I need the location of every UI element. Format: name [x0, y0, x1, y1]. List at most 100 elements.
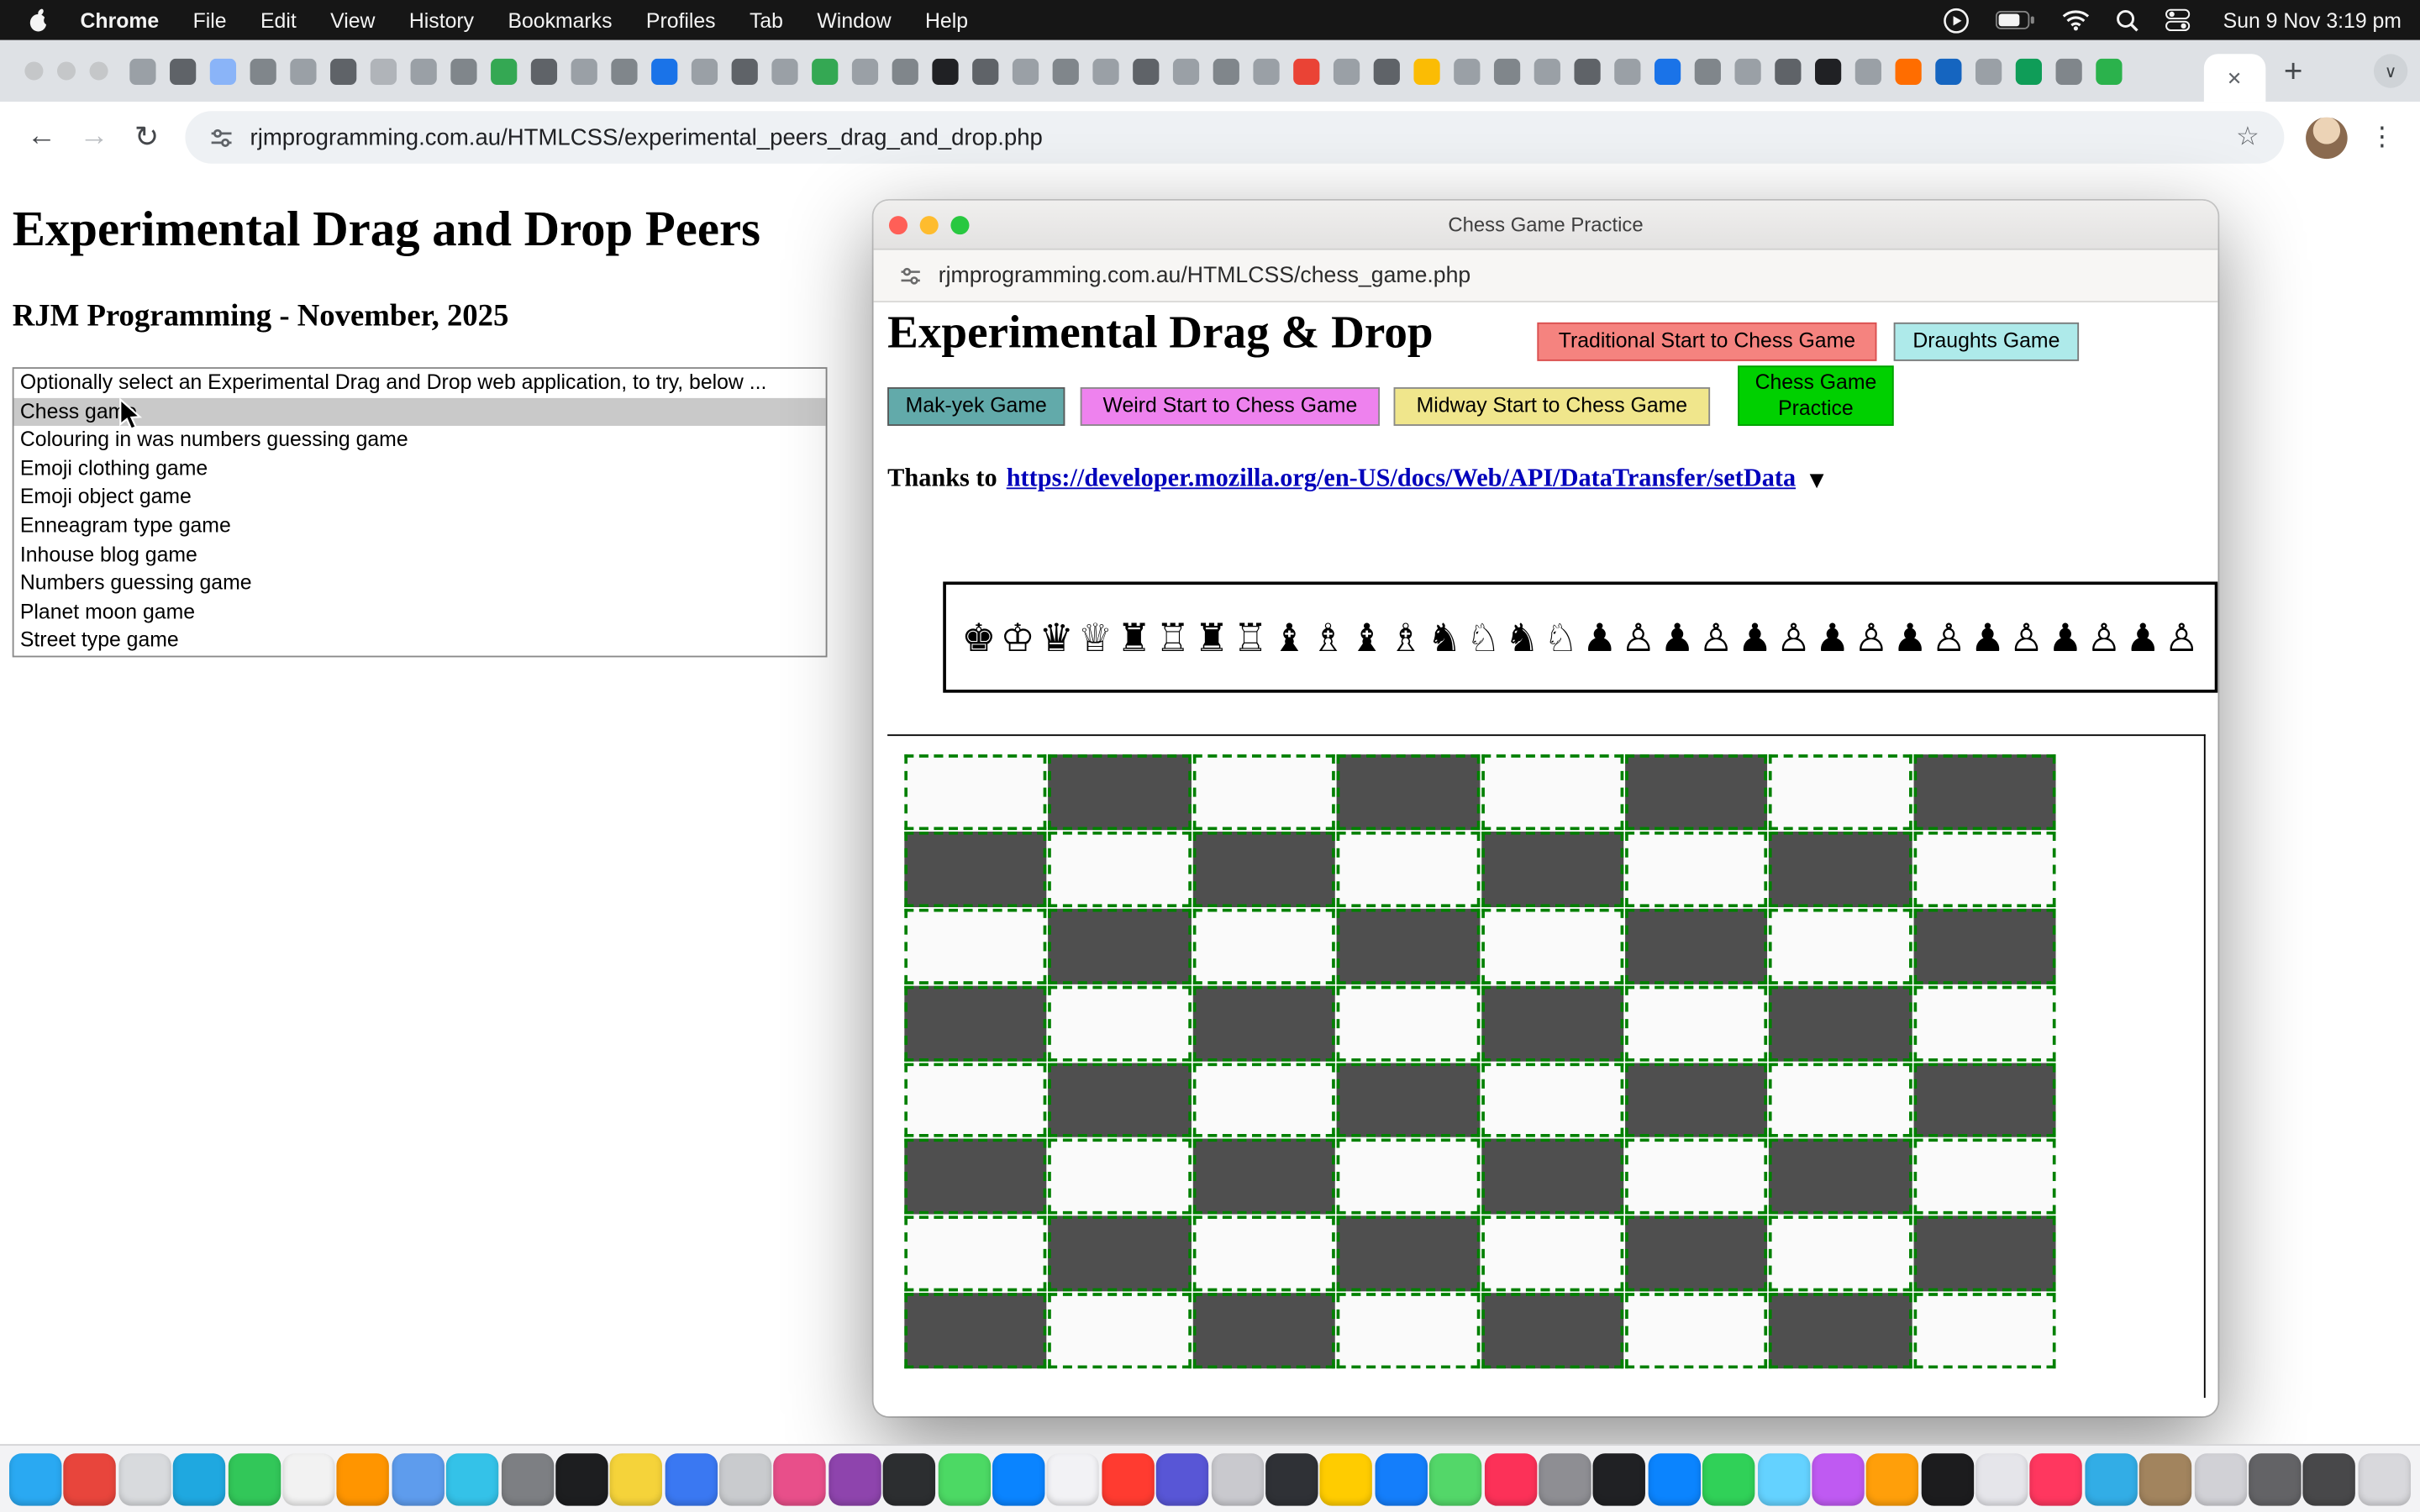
chess-piece[interactable]: ♟	[1738, 618, 1772, 657]
dock-icon[interactable]	[992, 1452, 1044, 1504]
pinned-tab-favicon[interactable]	[1053, 58, 1079, 84]
board-cell[interactable]	[1049, 1216, 1192, 1292]
new-tab-button[interactable]: +	[2265, 55, 2322, 87]
profile-avatar[interactable]	[2306, 117, 2348, 159]
pinned-tab-favicon[interactable]	[1213, 58, 1239, 84]
board-cell[interactable]	[1192, 985, 1335, 1061]
board-cell[interactable]	[1481, 832, 1623, 907]
chess-piece[interactable]: ♛	[1039, 618, 1074, 657]
chess-piece[interactable]: ♞	[1427, 618, 1461, 657]
pinned-tab-favicon[interactable]	[1614, 58, 1640, 84]
board-cell[interactable]	[904, 1216, 1047, 1292]
pinned-tab-favicon[interactable]	[1454, 58, 1480, 84]
board-cell[interactable]	[1049, 754, 1192, 830]
pinned-tab-favicon[interactable]	[1855, 58, 1881, 84]
chess-piece[interactable]: ♕	[1078, 618, 1113, 657]
board-cell[interactable]	[1769, 832, 1912, 907]
dock-icon[interactable]	[2030, 1452, 2082, 1504]
dock-icon[interactable]	[1156, 1452, 1208, 1504]
pinned-tab-favicon[interactable]	[1734, 58, 1760, 84]
list-option[interactable]: Emoji object game	[14, 484, 826, 512]
pinned-tab-favicon[interactable]	[210, 58, 236, 84]
pinned-tab-favicon[interactable]	[411, 58, 437, 84]
board-cell[interactable]	[1769, 1063, 1912, 1138]
pinned-tab-favicon[interactable]	[892, 58, 918, 84]
pinned-tab-favicon[interactable]	[491, 58, 517, 84]
menu-history[interactable]: History	[392, 8, 492, 32]
board-cell[interactable]	[1049, 908, 1192, 984]
reload-icon[interactable]: ↻	[120, 119, 172, 155]
board-cell[interactable]	[1625, 908, 1768, 984]
chess-piece[interactable]: ♞	[1505, 618, 1539, 657]
pinned-tab-favicon[interactable]	[330, 58, 356, 84]
address-bar[interactable]: rjmprogramming.com.au/HTMLCSS/experiment…	[185, 111, 2284, 163]
list-option[interactable]: Chess game	[14, 397, 826, 426]
pinned-tab-favicon[interactable]	[692, 58, 718, 84]
board-cell[interactable]	[1913, 1063, 2056, 1138]
chess-piece[interactable]: ♔	[1000, 618, 1034, 657]
board-cell[interactable]	[1192, 908, 1335, 984]
board-cell[interactable]	[1481, 908, 1623, 984]
board-cell[interactable]	[1769, 754, 1912, 830]
board-cell[interactable]	[1913, 1293, 2056, 1368]
board-cell[interactable]	[1192, 1063, 1335, 1138]
popup-minimize-button[interactable]	[920, 215, 939, 234]
chess-piece[interactable]: ♙	[2009, 618, 2044, 657]
weird-start-button[interactable]: Weird Start to Chess Game	[1081, 387, 1380, 426]
chess-piece[interactable]: ♘	[1544, 618, 1578, 657]
control-center-icon[interactable]	[2166, 8, 2191, 32]
chess-piece[interactable]: ♖	[1155, 618, 1190, 657]
board-cell[interactable]	[1049, 832, 1192, 907]
pinned-tab-favicon[interactable]	[371, 58, 397, 84]
list-option[interactable]: Street type game	[14, 627, 826, 655]
pinned-tab-favicon[interactable]	[732, 58, 758, 84]
menu-view[interactable]: View	[313, 8, 392, 32]
dock-icon[interactable]	[610, 1452, 662, 1504]
midway-start-button[interactable]: Midway Start to Chess Game	[1394, 387, 1711, 426]
dock-icon[interactable]	[938, 1452, 990, 1504]
wifi-icon[interactable]	[2063, 9, 2091, 31]
board-cell[interactable]	[1049, 1063, 1192, 1138]
board-cell[interactable]	[1337, 1293, 1480, 1368]
board-cell[interactable]	[1049, 985, 1192, 1061]
menu-tab[interactable]: Tab	[733, 8, 800, 32]
pinned-tab-favicon[interactable]	[170, 58, 196, 84]
board-cell[interactable]	[1337, 985, 1480, 1061]
dock-icon[interactable]	[1648, 1452, 1700, 1504]
pinned-tab-favicon[interactable]	[1374, 58, 1400, 84]
dock-icon[interactable]	[2303, 1452, 2355, 1504]
chess-piece[interactable]: ♙	[1699, 618, 1733, 657]
dock-icon[interactable]	[1866, 1452, 1918, 1504]
board-cell[interactable]	[904, 754, 1047, 830]
dock-icon[interactable]	[173, 1452, 225, 1504]
dock-icon[interactable]	[719, 1452, 771, 1504]
mak-yek-game-button[interactable]: Mak-yek Game	[887, 387, 1065, 426]
board-cell[interactable]	[1481, 1139, 1623, 1215]
board-cell[interactable]	[1625, 1139, 1768, 1215]
chess-piece[interactable]: ♙	[1932, 618, 1966, 657]
spotlight-icon[interactable]	[2117, 8, 2140, 32]
pinned-tab-favicon[interactable]	[1975, 58, 2002, 84]
pinned-tab-favicon[interactable]	[1534, 58, 1560, 84]
board-cell[interactable]	[1625, 1216, 1768, 1292]
board-cell[interactable]	[1192, 1216, 1335, 1292]
chess-piece[interactable]: ♟	[1660, 618, 1694, 657]
dock-icon[interactable]	[1211, 1452, 1263, 1504]
dock-icon[interactable]	[2194, 1452, 2246, 1504]
board-cell[interactable]	[904, 908, 1047, 984]
pinned-tab-favicon[interactable]	[1896, 58, 1922, 84]
dock-icon[interactable]	[774, 1452, 826, 1504]
dock-icon[interactable]	[1921, 1452, 1973, 1504]
chrome-menu-icon[interactable]: ⋮	[2360, 122, 2404, 153]
chess-piece[interactable]: ♟	[1970, 618, 2005, 657]
dock-icon[interactable]	[501, 1452, 553, 1504]
bookmark-star-icon[interactable]: ☆	[2236, 122, 2260, 153]
board-cell[interactable]	[1337, 1216, 1480, 1292]
list-option[interactable]: Emoji clothing game	[14, 454, 826, 483]
traditional-start-button[interactable]: Traditional Start to Chess Game	[1537, 323, 1876, 361]
dock-icon[interactable]	[2139, 1452, 2191, 1504]
dock-icon[interactable]	[1812, 1452, 1864, 1504]
pinned-tab-favicon[interactable]	[1253, 58, 1279, 84]
popup-titlebar[interactable]: Chess Game Practice	[874, 201, 2218, 250]
chess-piece[interactable]: ♟	[1893, 618, 1928, 657]
